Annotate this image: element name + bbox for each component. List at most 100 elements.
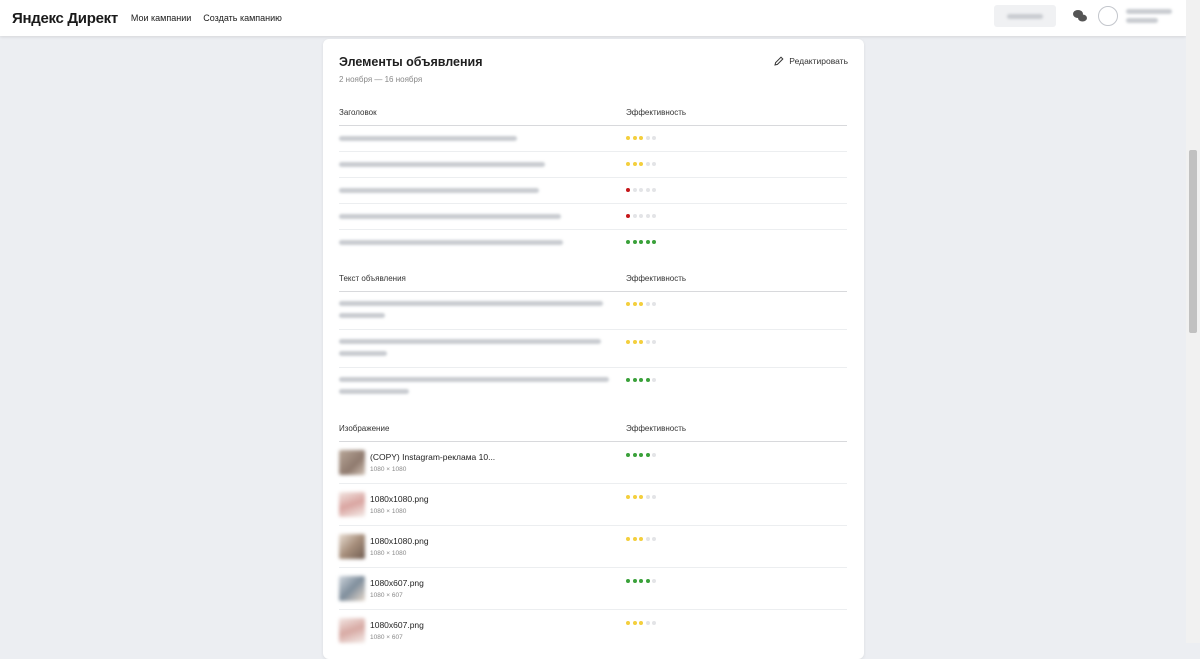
rating-dot-filled [632,136,637,140]
image-thumbnail[interactable] [339,492,365,517]
section-header: Текст объявления Эффективность [339,267,847,292]
image-row: 1080x607.png 1080 × 607 [339,610,847,651]
blurred-text [339,313,385,318]
blurred-text [339,389,409,394]
rating-dot-filled [626,453,630,457]
rating-dot-filled [639,537,643,541]
blurred-text [339,377,609,382]
rating-dot-filled [639,240,643,244]
headline-row [339,152,847,178]
rating-dot-empty [652,214,656,218]
image-size: 1080 × 1080 [370,466,407,473]
rating-dot-empty [645,340,650,344]
image-thumbnail[interactable] [339,576,365,601]
blurred-text [339,351,387,356]
rating-dot-empty [652,537,656,541]
efficiency-rating [626,214,656,218]
rating-dot-filled [639,378,643,382]
rating-dot-filled [639,136,643,140]
rating-dot-filled [645,378,650,382]
rating-dot-filled [626,136,630,140]
section-headlines: Заголовок Эффективность [339,101,847,255]
nav-create-campaign[interactable]: Создать кампанию [203,13,282,23]
blurred-user-info [1126,9,1174,23]
image-thumbnail[interactable] [339,534,365,559]
rating-dot-filled [632,378,637,382]
image-row: 1080x1080.png 1080 × 1080 [339,484,847,526]
rating-dot-filled [639,302,643,306]
rating-dot-filled [639,495,643,499]
rating-dot-filled [626,214,630,218]
blurred-balance [1007,13,1043,19]
rating-dot-filled [639,579,643,583]
edit-button[interactable]: Редактировать [774,56,848,66]
efficiency-rating [626,136,656,140]
scrollbar-thumb[interactable] [1189,150,1197,333]
blurred-text [339,162,545,167]
image-name: 1080x1080.png [370,536,429,546]
efficiency-rating [626,188,656,192]
rating-dot-empty [639,188,643,192]
nav-my-campaigns[interactable]: Мои кампании [131,13,191,23]
efficiency-rating [626,537,656,541]
blurred-text [339,240,563,245]
rating-dot-filled [626,240,630,244]
rating-dot-filled [626,537,630,541]
chat-bubbles-icon[interactable] [1072,9,1088,23]
image-name: 1080x607.png [370,578,424,588]
rating-dot-empty [652,162,656,166]
image-size: 1080 × 1080 [370,508,407,515]
rating-dot-empty [652,340,656,344]
rating-dot-filled [632,495,637,499]
efficiency-rating [626,495,656,499]
rating-dot-filled [626,340,630,344]
rating-dot-empty [632,188,637,192]
rating-dot-empty [652,302,656,306]
rating-dot-filled [626,579,630,583]
rating-dot-filled [645,453,650,457]
top-bar: Яндекс Директ Мои кампании Создать кампа… [0,0,1186,36]
rating-dot-filled [632,162,637,166]
image-size: 1080 × 1080 [370,550,407,557]
section-ad-text: Текст объявления Эффективность [339,267,847,405]
efficiency-rating [626,340,656,344]
user-avatar-icon[interactable] [1098,6,1118,26]
efficiency-rating [626,378,656,382]
rating-dot-empty [652,188,656,192]
rating-dot-empty [645,188,650,192]
rating-dot-filled [652,240,656,244]
headline-row [339,126,847,152]
blurred-text [339,188,539,193]
efficiency-header: Эффективность [626,274,687,283]
rating-dot-filled [639,162,643,166]
rating-dot-empty [652,621,656,625]
rating-dot-empty [645,162,650,166]
rating-dot-filled [632,453,637,457]
balance-button[interactable] [994,5,1056,27]
blurred-text [339,339,601,344]
rating-dot-empty [645,214,650,218]
image-thumbnail[interactable] [339,618,365,643]
efficiency-rating [626,621,656,625]
blurred-text [339,214,561,219]
rating-dot-filled [632,340,637,344]
section-images: Изображение Эффективность (COPY) Instagr… [339,417,847,651]
image-thumbnail[interactable] [339,450,365,475]
rating-dot-filled [632,579,637,583]
ad-text-row [339,368,847,405]
rating-dot-empty [652,453,656,457]
rating-dot-filled [639,621,643,625]
rating-dot-filled [626,378,630,382]
page-scrollbar[interactable] [1186,0,1200,643]
rating-dot-empty [645,495,650,499]
ad-text-row [339,330,847,368]
rating-dot-empty [645,621,650,625]
yandex-direct-logo[interactable]: Яндекс Директ [12,10,118,27]
rating-dot-empty [652,378,656,382]
edit-label: Редактировать [789,56,848,66]
main-nav: Мои кампании Создать кампанию [131,13,294,23]
section-header: Изображение Эффективность [339,417,847,442]
date-range: 2 ноября — 16 ноября [339,75,423,84]
image-size: 1080 × 607 [370,592,403,599]
section-header: Заголовок Эффективность [339,101,847,126]
